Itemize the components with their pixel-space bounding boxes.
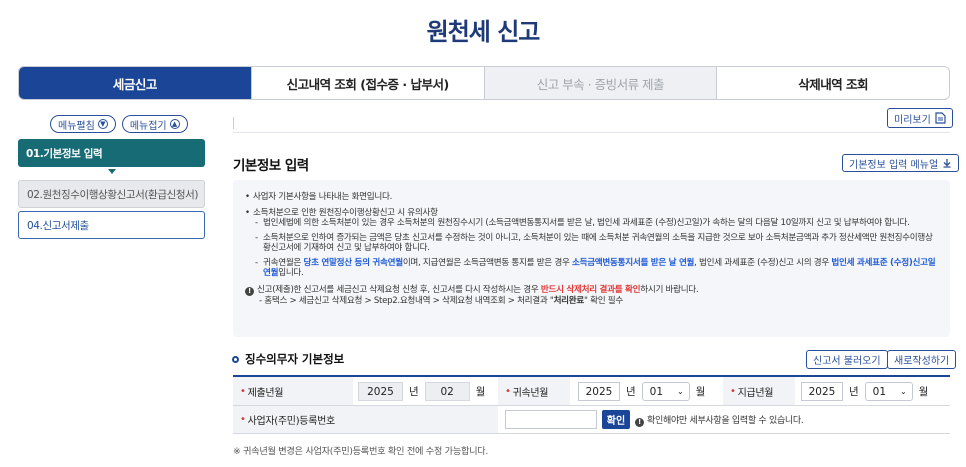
submit-month-value: 02 [424,382,470,401]
menu-collapse-label: 메뉴접기 [129,120,167,132]
manual-label: 기본정보 입력 메뉴얼 [849,159,939,171]
menu-collapse-button[interactable]: 메뉴접기 ▲ [121,115,188,133]
document-icon [935,112,946,124]
chevron-up-icon: ▲ [169,119,180,129]
info-emphasis: 처리완료 [553,295,585,306]
info-text: 이며, 지급연월은 소득금액변동 통지를 받은 경우 [402,257,572,268]
chevron-down-icon: ▼ [97,119,108,129]
step-arrow-icon [108,169,116,174]
select-value: 01 [649,385,664,398]
withholder-section-title: 징수의무자 기본정보 [232,351,344,367]
year-unit: 년 [626,386,636,398]
menu-toggle-group: 메뉴펼침 ▼ 메뉴접기 ▲ [50,115,188,133]
label-text: 귀속년월 [512,387,549,399]
menu-expand-button[interactable]: 메뉴펼침 ▼ [50,115,116,133]
tab-deleted-history[interactable]: 삭제내역 조회 [717,67,949,99]
info-text: 하시기 바랍니다. [640,284,699,295]
alert-icon: ! [245,286,254,296]
info-box: 사업자 기본사항을 나타내는 화면입니다. 소득처분으로 인한 원천징수이행상황… [233,180,950,337]
label-text: 사업자(주민)등록번호 [247,416,336,427]
info-bullet: 사업자 기본사항을 나타내는 화면입니다. [245,192,940,203]
tab-tax-filing[interactable]: 세금신고 [19,67,252,99]
year-unit: 년 [849,386,859,398]
step-withholding-report[interactable]: 02.원천징수이행상황신고서(환급신청서) [18,180,205,208]
info-text: 신고(제출)한 신고서를 세금신고 삭제요청 신청 후, 신고서를 다시 작성하… [257,284,541,295]
info-text: - 홈택스 > 세금신고 삭제요청 > Step2.요청내역 > 삭제요청 내역… [259,295,554,306]
info-text: " 확인 필수 [584,295,623,306]
alert-icon: ! [635,417,644,427]
withholder-title-text: 징수의무자 기본정보 [245,352,345,366]
label-text: 제출년월 [247,387,284,399]
info-text: , 법인세 과세표준 (수정)신고 시의 경우 [694,257,832,268]
menu-expand-label: 메뉴펼침 [58,120,95,132]
divider [233,132,950,133]
hint-text: 확인해야만 세부사항을 입력할 수 있습니다. [647,415,804,426]
label-text: 지급년월 [737,387,774,399]
year-unit: 년 [409,386,419,398]
info-notice: ! 신고(제출)한 신고서를 세금신고 삭제요청 신청 후, 신고서를 다시 작성… [245,285,940,296]
info-bullet: 소득처분으로 인한 원천징수이행상황신고 시 유의사항 [245,208,940,219]
preview-label: 미리보기 [894,114,931,126]
pay-year-input[interactable]: 2025 [801,382,843,401]
month-unit: 월 [695,386,706,398]
info-text: 귀속연월은 [263,257,304,268]
period-row: • 제출년월 2025 년 02 월 • 귀속년월 2025 년 01 ⌄ 월 • 지급… [233,375,950,406]
info-sub: 소득처분으로 인하여 증가되는 금액은 당초 신고서를 수정하는 것이 아니고,… [245,233,940,254]
divider [233,117,234,129]
info-warning: 반드시 삭제처리 결과를 확인 [540,284,641,295]
bizno-label: • 사업자(주민)등록번호 [233,406,498,433]
select-value: 01 [872,385,887,398]
footnote: ※ 귀속년월 변경은 사업자(주민)등록번호 확인 전에 수정 가능합니다. [233,446,489,457]
belong-month-select[interactable]: 01 ⌄ [641,382,690,401]
page-title: 원천세 신고 [426,18,541,46]
bizno-input[interactable] [505,410,597,429]
info-path: - 홈택스 > 세금신고 삭제요청 > Step2.요청내역 > 삭제요청 내역… [245,296,940,307]
chevron-down-icon: ⌄ [676,387,684,396]
bizno-row: • 사업자(주민)등록번호 확인 ! 확인해야만 세부사항을 입력할 수 있습니다. [233,406,950,434]
new-report-button[interactable]: 새로작성하기 [887,350,957,369]
bizno-hint: ! 확인해야만 세부사항을 입력할 수 있습니다. [635,413,804,427]
section-title: 기본정보 입력 [233,158,309,174]
submit-year-value: 2025 [358,382,403,401]
belong-year-input[interactable]: 2025 [578,382,620,401]
submit-period-field: 2025 년 02 월 [358,382,485,401]
tab-filing-history[interactable]: 신고내역 조회 (접수증 · 납부서) [251,67,485,99]
bizno-confirm-button[interactable]: 확인 [602,410,630,429]
load-report-button[interactable]: 신고서 불러오기 [806,350,888,369]
manual-download-button[interactable]: 기본정보 입력 메뉴얼 [842,154,960,172]
main-tabs: 세금신고 신고내역 조회 (접수증 · 납부서) 신고 부속 · 증빙서류 제출… [18,66,950,100]
info-text: 입니다. [278,268,304,278]
required-icon: • [240,414,246,425]
step-submit[interactable]: 04.신고서제출 [18,211,205,239]
info-highlight: 당초 연말정산 등의 귀속연월 [303,257,403,268]
pay-month-select[interactable]: 01 ⌄ [864,382,913,401]
step-basic-info[interactable]: 01.기본정보 입력 [18,139,205,167]
month-unit: 월 [475,386,486,398]
info-sub: 귀속연월은 당초 연말정산 등의 귀속연월이며, 지급연월은 소득금액변동 통지… [245,258,940,279]
pay-period-label: • 지급년월 [723,377,795,405]
tab-attachments[interactable]: 신고 부속 · 증빙서류 제출 [484,67,718,99]
pay-period-field: 2025 년 01 ⌄ 월 [801,382,928,401]
belong-period-field: 2025 년 01 ⌄ 월 [578,382,705,401]
submit-period-label: • 제출년월 [233,377,353,405]
month-unit: 월 [918,386,929,398]
belong-period-label: • 귀속년월 [498,377,570,405]
bullet-circle-icon [232,355,239,363]
page: { "page_title":"원천세 신고", "tabs":[ {"labe… [0,0,966,467]
required-icon: • [730,385,736,397]
download-icon [943,159,951,168]
bizno-field: 확인 ! 확인해야만 세부사항을 입력할 수 있습니다. [505,410,804,429]
preview-button[interactable]: 미리보기 [887,108,953,128]
required-icon: • [240,385,246,397]
info-highlight: 소득금액변동통지서를 받은 날 연월 [571,257,695,268]
info-sub: 법인세법에 의한 소득처분이 있는 경우 소득처분의 원천징수시기 (소득금액변… [245,218,940,229]
required-icon: • [505,385,511,397]
chevron-down-icon: ⌄ [899,387,907,396]
